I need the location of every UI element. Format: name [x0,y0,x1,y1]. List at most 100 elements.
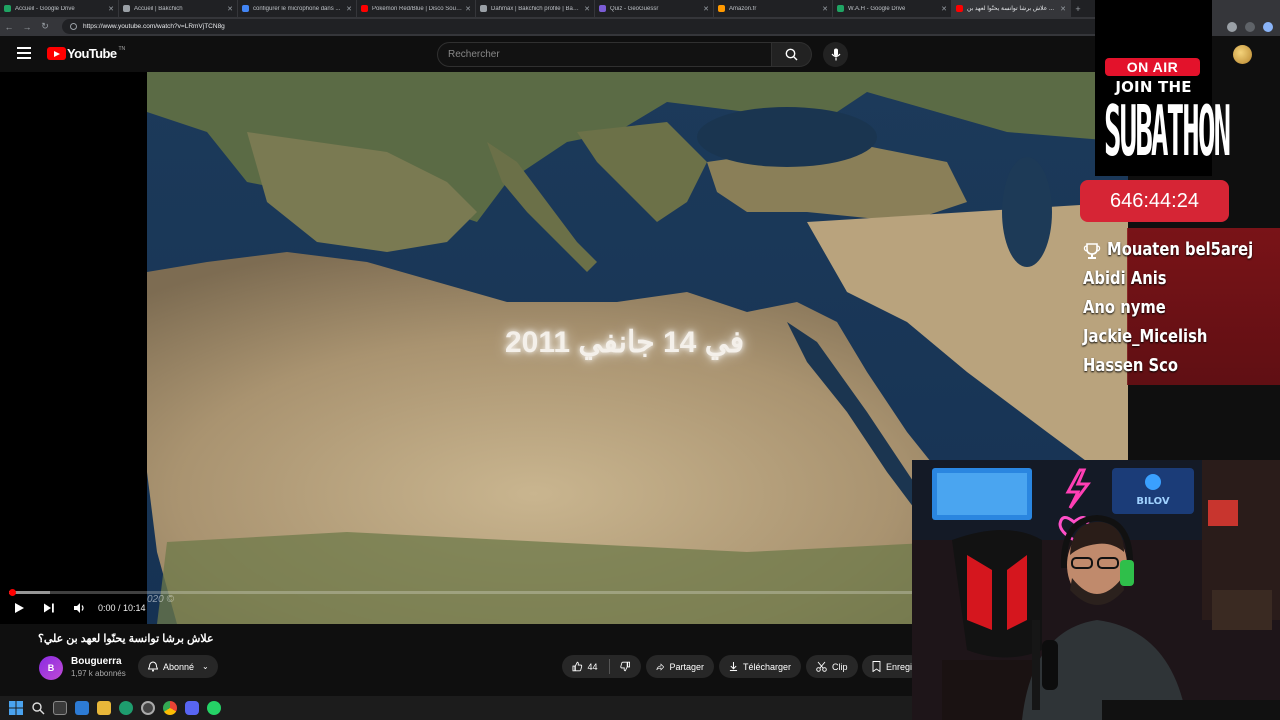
chrome-icon[interactable] [163,701,177,715]
browser-tab[interactable]: Quiz - GeoGuessr ✕ [595,0,714,17]
close-icon[interactable]: ✕ [465,5,471,13]
youtube-masthead: YouTube TN Rechercher [0,36,1280,72]
share-button[interactable]: Partager [646,655,714,678]
widgets-icon[interactable] [75,701,89,715]
browser-tab[interactable]: W.A.H - Google Drive ✕ [833,0,952,17]
reload-icon[interactable]: ↻ [36,17,54,36]
volume-icon [73,603,84,613]
page-icon [480,5,487,12]
url-field[interactable]: https://www.youtube.com/watch?v=LRmVjTCN… [62,19,1122,34]
scissors-icon [816,661,827,672]
progress-bar[interactable] [9,591,914,594]
search-input[interactable]: Rechercher [437,42,772,67]
player-controls: 0:00 / 10:14 [0,599,146,617]
progress-scrubber[interactable] [8,589,16,596]
video-watermark: 020 © [147,594,174,605]
file-explorer-icon[interactable] [97,701,111,715]
subathon-label: SUBATHON [1104,90,1231,172]
youtube-logo[interactable]: YouTube TN [47,46,125,61]
microphone-icon [831,48,840,61]
volume-button[interactable] [68,599,90,617]
webcam-feed: BILOV [912,460,1280,720]
close-icon[interactable]: ✕ [227,5,233,13]
subscribed-button[interactable]: Abonné ⌄ [138,655,218,678]
voice-search-button[interactable] [823,42,848,67]
close-icon[interactable]: ✕ [941,5,947,13]
close-icon[interactable]: ✕ [1060,5,1066,13]
task-view-icon[interactable] [53,701,67,715]
on-air-badge: ON AIR [1105,58,1200,76]
download-button[interactable]: Télécharger [719,655,801,678]
search-button[interactable] [772,42,812,67]
page-icon [123,5,130,12]
page-icon [242,5,249,12]
map-pin-icon [599,5,606,12]
browser-tab[interactable]: Accueil - Google Drive ✕ [0,0,119,17]
whatsapp-icon[interactable] [207,701,221,715]
download-icon [729,662,738,672]
like-icon[interactable] [572,661,583,672]
tab-label: configurer le microphone dans ... [253,5,341,12]
browser-tab-strip: Accueil - Google Drive ✕ Accueil | Bakchic… [0,0,1095,17]
close-icon[interactable]: ✕ [822,5,828,13]
edge-icon[interactable] [119,701,133,715]
neon-sign-text: BILOV [1136,496,1170,507]
close-icon[interactable]: ✕ [108,5,114,13]
close-icon[interactable]: ✕ [703,5,709,13]
extension-icons [1227,22,1273,32]
video-title: علاش برشا توانسة يحنّوا لعهد بن علي؟ [38,633,214,645]
settings-icon[interactable] [141,701,155,715]
subathon-timer: 646:44:24 [1080,180,1229,222]
video-caption: في 14 جانفي 2011 [505,326,745,359]
youtube-play-icon [47,47,66,60]
play-button[interactable] [8,599,30,617]
subscriber-count: 1,97 k abonnés [71,669,126,678]
close-icon[interactable]: ✕ [584,5,590,13]
new-tab-button[interactable]: + [1071,0,1085,17]
search-icon[interactable] [31,701,45,715]
donor-name: Ano nyme [1083,297,1166,318]
close-icon[interactable]: ✕ [346,5,352,13]
tab-label: علاش برشا توانسة يحنّوا لعهد بن ... [967,6,1054,12]
tab-label: Accueil | Bakchich [134,5,183,12]
play-icon [15,603,24,613]
tab-label: Amazon.fr [729,5,757,12]
donor-name: Hassen Sco [1083,355,1179,376]
tab-label: Dahmax | Bakchich profile | Bakch [491,5,582,12]
like-count[interactable]: 44 [588,662,598,672]
chevron-down-icon: ⌄ [202,662,209,671]
account-avatar[interactable] [1233,45,1252,64]
donor-name: Mouaten bel5arej [1107,239,1254,260]
bookmark-icon [872,661,881,672]
back-arrow-icon[interactable]: ← [0,17,18,36]
drive-icon [4,5,11,12]
windows-start-icon[interactable] [9,701,23,715]
youtube-icon [361,5,368,12]
tab-label: Accueil - Google Drive [15,5,75,12]
channel-name[interactable]: Bouguerra [71,656,122,667]
streamer-webcam-image: BILOV [912,460,1280,720]
browser-tab[interactable]: Dahmax | Bakchich profile | Bakch ✕ [476,0,595,17]
browser-tab[interactable]: علاش برشا توانسة يحنّوا لعهد بن ... ✕ [952,0,1071,17]
forward-arrow-icon[interactable]: → [18,17,36,36]
clip-button[interactable]: Clip [806,655,858,678]
browser-toolbar-extensions [1212,0,1280,36]
tab-label: Quiz - GeoGuessr [610,5,659,12]
browser-tab[interactable]: configurer le microphone dans ... ✕ [238,0,357,17]
browser-tab[interactable]: Accueil | Bakchich ✕ [119,0,238,17]
dislike-icon[interactable] [620,661,631,672]
bell-icon [148,661,158,672]
search-icon [785,48,798,61]
donor-name: Jackie_Micelish [1083,326,1208,347]
video-time: 0:00 / 10:14 [98,603,146,613]
menu-icon[interactable] [17,47,31,59]
youtube-icon [956,5,963,12]
discord-icon[interactable] [185,701,199,715]
next-button[interactable] [38,599,60,617]
browser-tab[interactable]: Pokémon Red/Blue | Disco Sound ✕ [357,0,476,17]
channel-avatar[interactable]: B [39,656,63,680]
browser-tab[interactable]: Amazon.fr ✕ [714,0,833,17]
url-text: https://www.youtube.com/watch?v=LRmVjTCN… [83,23,225,30]
tab-label: Pokémon Red/Blue | Disco Sound [372,5,463,12]
site-info-icon[interactable] [70,23,77,30]
